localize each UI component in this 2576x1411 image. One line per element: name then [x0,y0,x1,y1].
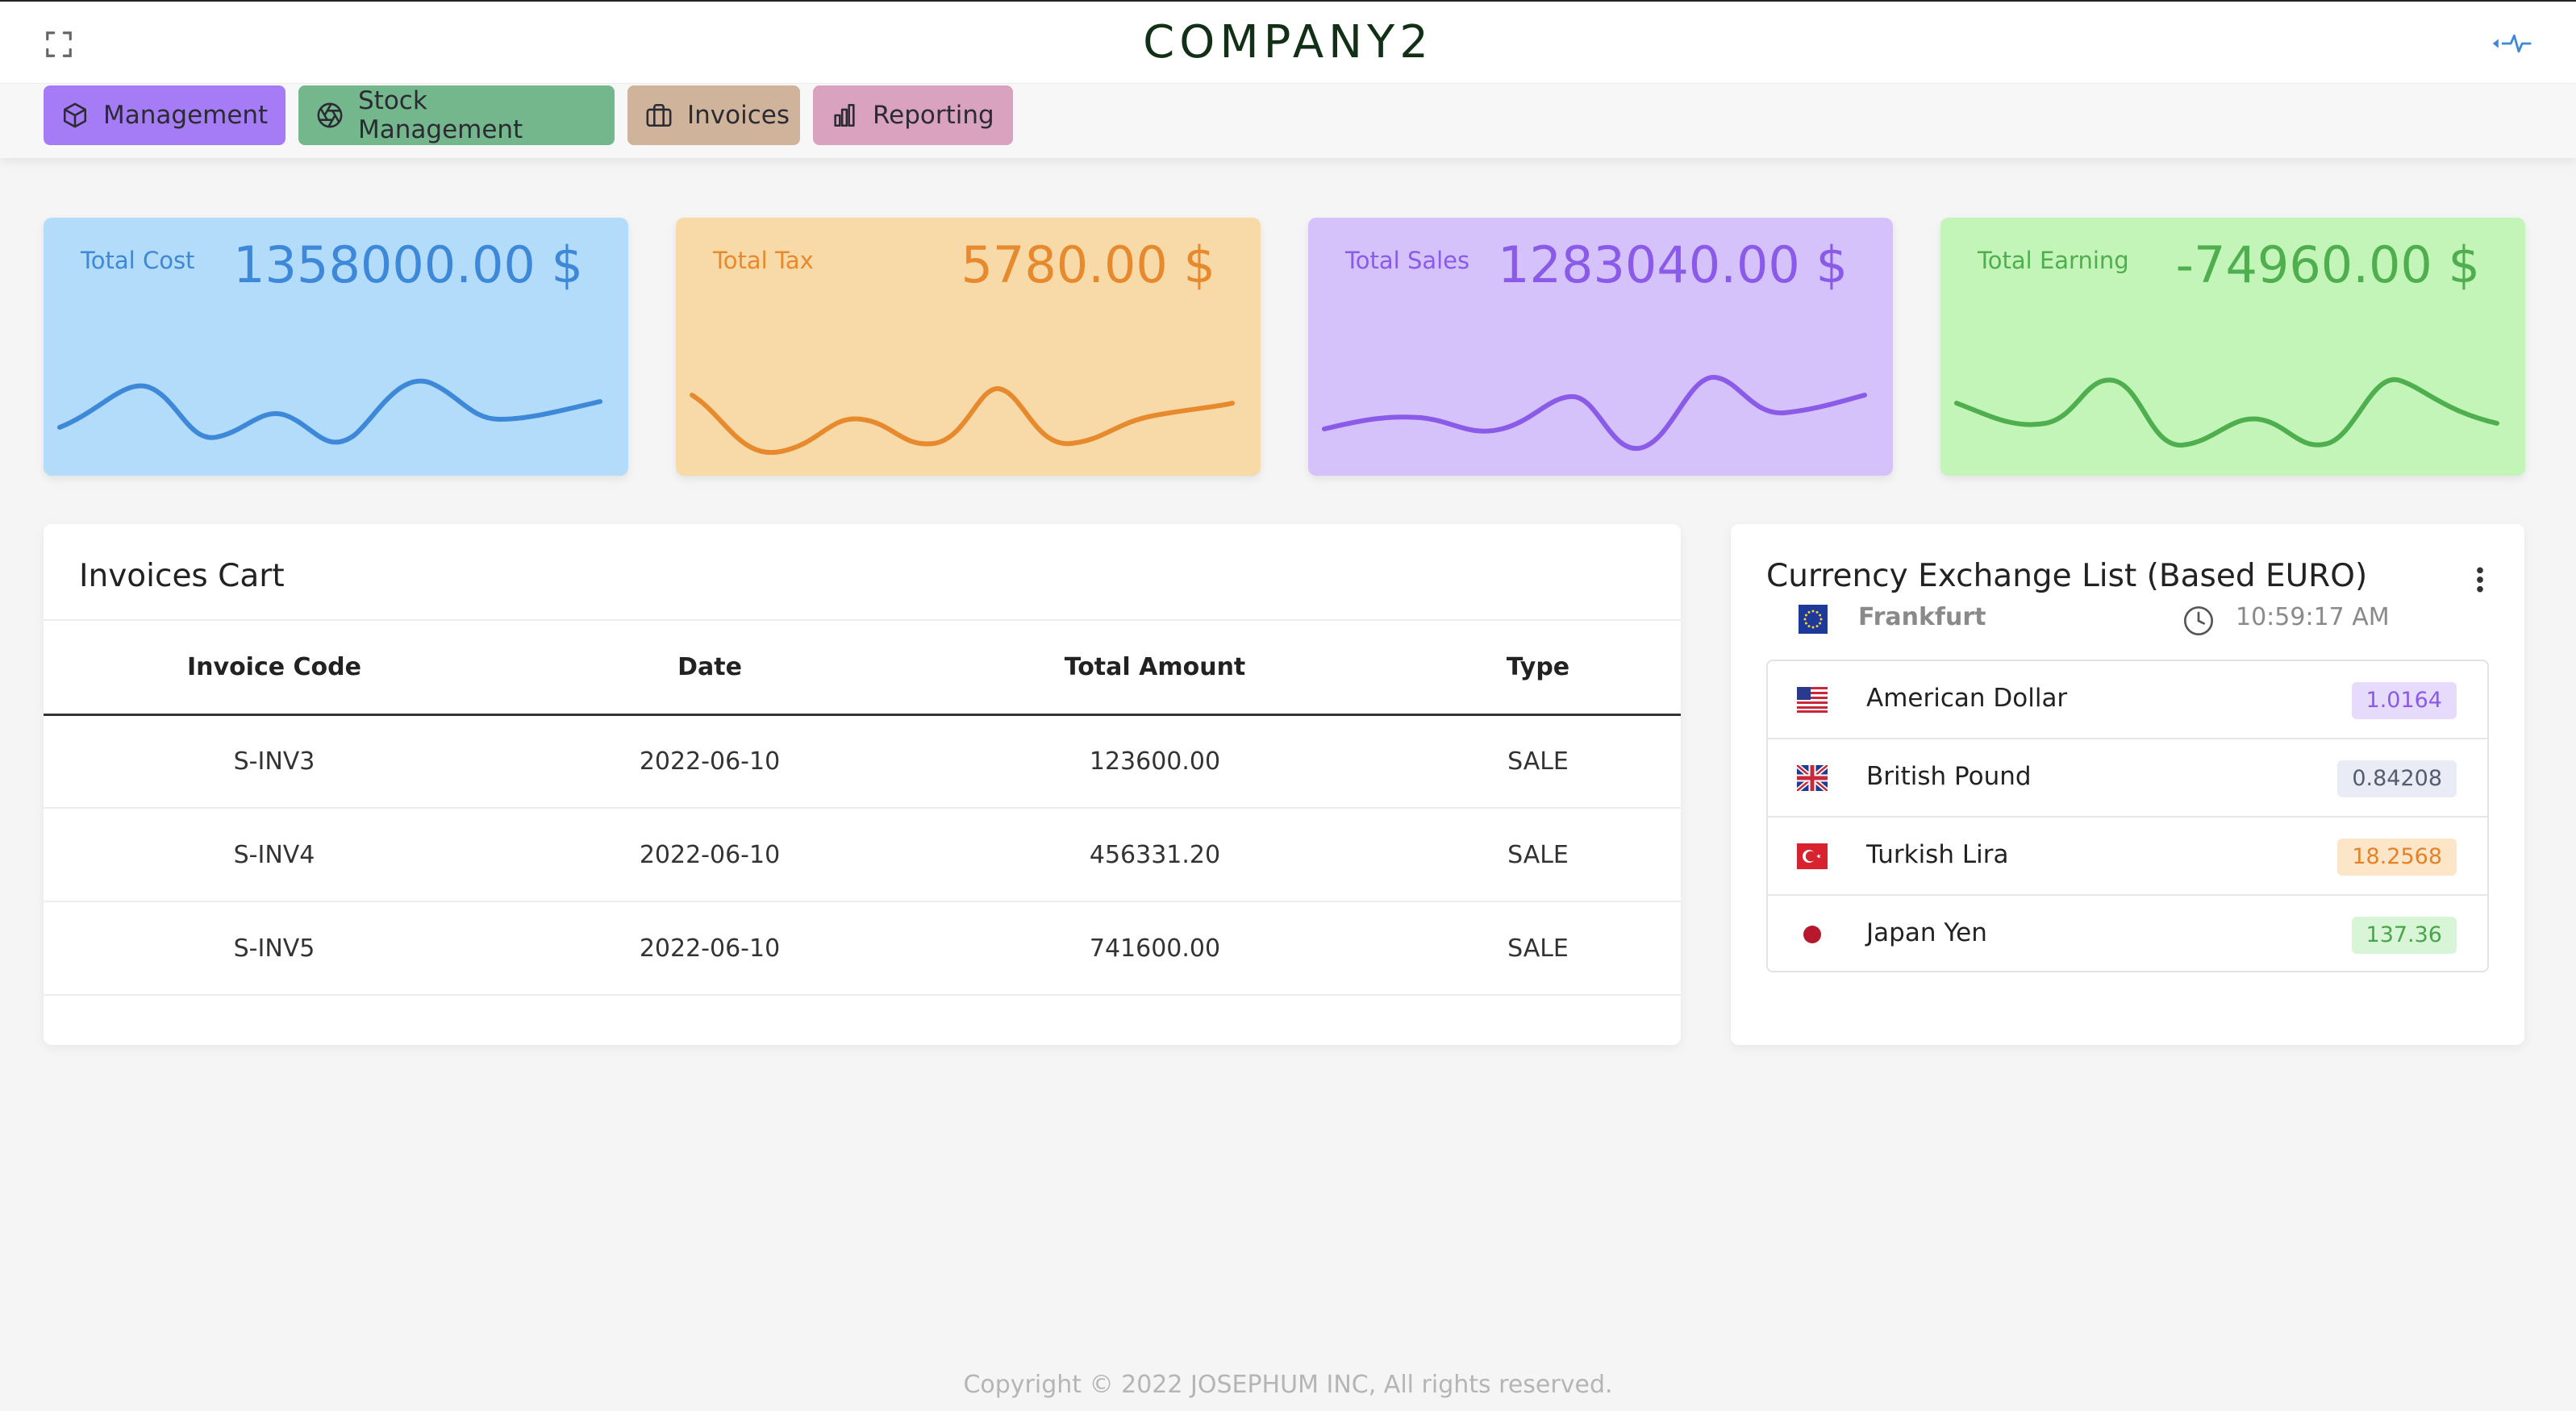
clock-icon [2184,606,2213,635]
aperture-icon [317,102,343,128]
briefcase-icon [646,103,672,127]
stat-value: 1283040.00 $ [1498,235,1848,294]
stat-value: 1358000.00 $ [233,235,583,294]
exchange-source-city: Frankfurt [1858,603,1986,631]
nav-reporting-button[interactable]: Reporting [813,85,1013,145]
main-nav: Management Stock Management Invoices Rep… [0,84,2576,158]
currency-name: American Dollar [1866,684,2068,713]
table-row[interactable]: S-INV4 2022-06-10 456331.20 SALE [44,808,1681,902]
stat-value: 5780.00 $ [961,235,1215,294]
currency-name: British Pound [1866,762,2032,791]
tr-flag-icon [1797,843,1828,869]
type-cell: SALE [1395,714,1681,809]
uk-flag-icon [1797,765,1828,791]
nav-stock-management-button[interactable]: Stock Management [298,85,615,145]
stat-value: -74960.00 $ [2175,235,2480,294]
date-cell: 2022-06-10 [505,808,915,902]
stat-label: Total Cost [81,247,195,274]
more-options-icon[interactable] [2476,566,2484,593]
stat-card-total-earning: Total Earning -74960.00 $ [1940,218,2525,476]
currency-rate-badge: 0.84208 [2337,760,2457,797]
nav-invoices-label: Invoices [687,101,790,130]
table-row[interactable]: S-INV3 2022-06-10 123600.00 SALE [44,714,1681,809]
nav-invoices-button[interactable]: Invoices [627,85,800,145]
currency-name: Turkish Lira [1866,840,2009,869]
column-header-type[interactable]: Type [1395,621,1681,716]
table-header-row: Invoice Code Date Total Amount Type [44,621,1681,716]
date-cell: 2022-06-10 [505,714,915,809]
currency-exchange-panel: Currency Exchange List (Based EURO) Fran… [1731,524,2524,1045]
list-item[interactable]: British Pound 0.84208 [1768,739,2487,818]
list-item[interactable]: American Dollar 1.0164 [1768,661,2487,739]
currency-exchange-title: Currency Exchange List (Based EURO) [1766,558,2368,594]
table-row[interactable]: S-INV5 2022-06-10 741600.00 SALE [44,901,1681,996]
currency-rate-badge: 137.36 [2351,917,2457,954]
currency-rate-list: American Dollar 1.0164 British Pound 0.8… [1766,660,2489,972]
currency-rate-badge: 18.2568 [2337,839,2457,876]
invoice-code-cell: S-INV5 [44,901,505,996]
bar-chart-icon [834,103,855,127]
footer-copyright: Copyright © 2022 JOSEPHUM INC, All right… [963,1371,1613,1399]
total-amount-cell: 123600.00 [915,714,1395,809]
sparkline [57,378,602,445]
column-header-invoice-code[interactable]: Invoice Code [44,621,505,716]
nav-reporting-label: Reporting [873,101,994,130]
column-header-total-amount[interactable]: Total Amount [915,621,1395,716]
date-cell: 2022-06-10 [505,901,915,996]
us-flag-icon [1797,687,1828,713]
invoices-cart-panel: Invoices Cart Invoice Code Date Total Am… [44,524,1681,1045]
top-bar: COMPANY2 [0,0,2576,84]
invoices-table: Invoice Code Date Total Amount Type S-IN… [44,621,1681,996]
stat-label: Total Earning [1978,247,2129,274]
stat-card-total-tax: Total Tax 5780.00 $ [676,218,1261,476]
activity-icon[interactable] [2491,29,2536,58]
cube-icon [63,102,87,128]
list-item[interactable]: Japan Yen 137.36 [1768,896,2487,971]
invoices-cart-title: Invoices Cart [79,558,285,594]
stat-label: Total Sales [1345,247,1470,274]
type-cell: SALE [1395,901,1681,996]
total-amount-cell: 741600.00 [915,901,1395,996]
jp-flag-icon [1797,922,1828,947]
nav-management-label: Management [103,101,269,130]
currency-name: Japan Yen [1866,918,1987,947]
sparkline [690,386,1235,456]
app-brand[interactable]: COMPANY2 [0,16,2576,69]
eu-flag-icon [1799,605,1828,634]
column-header-date[interactable]: Date [505,621,915,716]
stat-label: Total Tax [713,247,814,274]
total-amount-cell: 456331.20 [915,808,1395,902]
sparkline [1322,375,1867,452]
sparkline [1954,377,2499,448]
invoice-code-cell: S-INV4 [44,808,505,902]
nav-stock-management-label: Stock Management [358,86,523,144]
list-item[interactable]: Turkish Lira 18.2568 [1768,818,2487,896]
nav-management-button[interactable]: Management [44,85,286,145]
exchange-time: 10:59:17 AM [2236,603,2390,631]
type-cell: SALE [1395,808,1681,902]
invoice-code-cell: S-INV3 [44,714,505,809]
stat-card-total-sales: Total Sales 1283040.00 $ [1308,218,1893,476]
currency-rate-badge: 1.0164 [2351,682,2457,719]
stat-card-total-cost: Total Cost 1358000.00 $ [44,218,628,476]
